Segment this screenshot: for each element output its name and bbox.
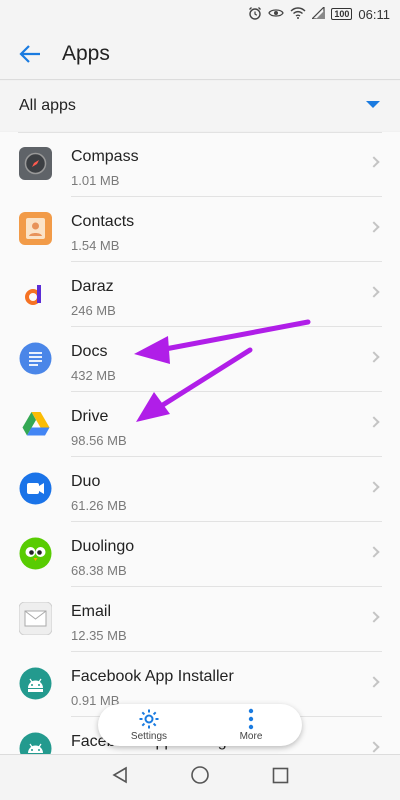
compass-icon [19,147,52,180]
chevron-right-icon [368,481,380,493]
signal-icon [310,5,325,22]
app-size: 1.01 MB [71,173,120,188]
android-icon [19,732,52,754]
app-name: Compass [71,148,139,165]
filter-selected-value: All apps [19,97,76,114]
system-nav-bar [0,754,400,800]
list-item-compass[interactable]: Compass 1.01 MB [0,132,400,197]
list-item-contacts[interactable]: Contacts 1.54 MB [0,197,400,262]
app-size: 432 MB [71,368,116,383]
android-icon [19,667,52,700]
app-name: Contacts [71,213,135,230]
chevron-right-icon [368,221,380,233]
chevron-right-icon [368,741,380,753]
battery-icon: 100 [331,8,353,20]
chevron-right-icon [368,416,380,428]
app-size: 1.54 MB [71,238,120,253]
gear-icon [139,709,159,729]
app-size: 98.56 MB [71,433,127,448]
app-name: Facebook App Installer [71,668,234,685]
page-title: Apps [62,41,110,65]
chevron-right-icon [368,156,380,168]
chevron-down-icon [366,101,380,108]
status-time: 06:11 [358,6,390,22]
back-arrow-icon[interactable] [0,28,60,80]
app-name: Daraz [71,278,114,295]
more-button[interactable]: More [211,708,291,742]
duo-icon [19,472,52,505]
app-bar: Apps [0,28,400,80]
docs-icon [19,342,52,375]
chevron-right-icon [368,676,380,688]
alarm-icon [248,6,262,23]
app-name: Email [71,603,112,620]
daraz-icon [19,277,52,310]
eye-icon [268,7,285,22]
list-item-email[interactable]: Email 12.35 MB [0,587,400,652]
app-size: 61.26 MB [71,498,127,513]
floating-action-menu: Settings More [98,704,302,746]
app-name: Duo [71,473,101,490]
settings-label: Settings [130,731,168,742]
list-item-daraz[interactable]: Daraz 246 MB [0,262,400,327]
app-name: Duolingo [71,538,135,555]
more-vert-icon [248,708,254,730]
app-size: 246 MB [71,303,116,318]
list-item-duo[interactable]: Duo 61.26 MB [0,457,400,522]
apps-filter-dropdown[interactable]: All apps [0,81,400,131]
chevron-right-icon [368,546,380,558]
app-list: Compass 1.01 MB Contacts 1.54 MB Daraz 2… [0,132,400,754]
duolingo-icon [19,537,52,570]
app-name: Docs [71,343,108,360]
app-size: 12.35 MB [71,628,127,643]
contacts-icon [19,212,52,245]
list-item-drive[interactable]: Drive 98.56 MB [0,392,400,457]
email-icon [19,602,52,635]
nav-back-icon[interactable] [111,766,129,789]
drive-icon [19,407,52,440]
app-name: Drive [71,408,109,425]
wifi-icon [290,6,306,22]
more-label: More [239,731,263,742]
chevron-right-icon [368,286,380,298]
status-bar: 100 06:11 [0,0,400,28]
chevron-right-icon [368,351,380,363]
list-item-docs[interactable]: Docs 432 MB [0,327,400,392]
nav-recents-icon[interactable] [272,767,289,789]
app-size: 68.38 MB [71,563,127,578]
list-item-duolingo[interactable]: Duolingo 68.38 MB [0,522,400,587]
chevron-right-icon [368,611,380,623]
settings-button[interactable]: Settings [109,708,189,742]
nav-home-icon[interactable] [190,765,210,790]
